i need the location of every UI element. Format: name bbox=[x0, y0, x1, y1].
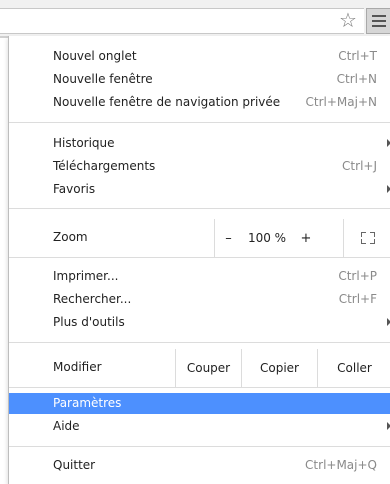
menu-item-shortcut: Ctrl+F bbox=[338, 292, 377, 306]
zoom-in-button[interactable]: + bbox=[292, 219, 320, 257]
menu-bar-line bbox=[371, 20, 386, 22]
menu-item-print[interactable]: Imprimer... Ctrl+P bbox=[9, 266, 390, 287]
menu-item-settings[interactable]: Paramètres bbox=[9, 393, 390, 414]
menu-item-new-window[interactable]: Nouvelle fenêtre Ctrl+N bbox=[9, 69, 390, 90]
menu-item-help[interactable]: Aide bbox=[9, 416, 390, 437]
menu-item-label: Rechercher... bbox=[53, 292, 132, 306]
menu-item-label: Téléchargements bbox=[53, 159, 156, 173]
menu-item-shortcut: Ctrl+Maj+N bbox=[305, 95, 377, 109]
menu-item-label: Plus d'outils bbox=[53, 315, 125, 329]
menu-row-zoom: Zoom – 100 % + bbox=[9, 219, 390, 257]
fullscreen-icon bbox=[360, 232, 375, 244]
cut-button[interactable]: Couper bbox=[175, 349, 241, 387]
page-content-edge bbox=[0, 36, 8, 484]
menu-row-edit: Modifier Couper Copier Coller bbox=[9, 349, 390, 387]
chrome-main-menu: Nouvel onglet Ctrl+T Nouvelle fenêtre Ct… bbox=[8, 36, 390, 484]
hamburger-menu-icon[interactable] bbox=[366, 8, 390, 34]
zoom-level: 100 % bbox=[247, 231, 287, 245]
menu-item-find[interactable]: Rechercher... Ctrl+F bbox=[9, 289, 390, 310]
menu-item-shortcut: Ctrl+N bbox=[336, 72, 377, 86]
menu-item-label: Aide bbox=[53, 419, 80, 433]
page-divider bbox=[0, 36, 8, 38]
menu-item-label: Nouvelle fenêtre bbox=[53, 72, 153, 86]
menu-item-bookmarks[interactable]: Favoris bbox=[9, 179, 390, 200]
menu-separator bbox=[9, 342, 390, 343]
menu-item-label: Imprimer... bbox=[53, 269, 119, 283]
menu-item-label: Nouvelle fenêtre de navigation privée bbox=[53, 95, 281, 109]
star-icon[interactable]: ☆ bbox=[337, 9, 359, 31]
menu-item-more-tools[interactable]: Plus d'outils bbox=[9, 312, 390, 333]
edit-label: Modifier bbox=[53, 360, 102, 374]
menu-item-shortcut: Ctrl+J bbox=[342, 159, 377, 173]
zoom-label: Zoom bbox=[53, 230, 88, 244]
menu-item-label: Favoris bbox=[53, 182, 96, 196]
fullscreen-button[interactable] bbox=[343, 219, 390, 257]
menu-item-shortcut: Ctrl+Maj+Q bbox=[305, 458, 377, 472]
menu-item-shortcut: Ctrl+P bbox=[338, 269, 377, 283]
menu-separator bbox=[9, 257, 390, 258]
menu-item-label: Quitter bbox=[53, 458, 96, 472]
copy-button[interactable]: Copier bbox=[241, 349, 317, 387]
menu-bar-line bbox=[371, 15, 386, 17]
menu-separator bbox=[9, 122, 390, 123]
menu-separator bbox=[9, 208, 390, 209]
menu-item-history[interactable]: Historique bbox=[9, 133, 390, 154]
menu-item-label: Paramètres bbox=[53, 396, 122, 410]
menu-separator bbox=[9, 387, 390, 388]
menu-item-new-tab[interactable]: Nouvel onglet Ctrl+T bbox=[9, 46, 390, 67]
menu-bar-line bbox=[371, 25, 386, 27]
menu-item-downloads[interactable]: Téléchargements Ctrl+J bbox=[9, 156, 390, 177]
menu-separator bbox=[9, 446, 390, 447]
menu-item-label: Historique bbox=[53, 136, 115, 150]
menu-item-shortcut: Ctrl+T bbox=[338, 49, 377, 63]
zoom-out-button[interactable]: – bbox=[214, 219, 242, 257]
menu-item-quit[interactable]: Quitter Ctrl+Maj+Q bbox=[9, 455, 390, 476]
menu-item-label: Nouvel onglet bbox=[53, 49, 137, 63]
paste-button[interactable]: Coller bbox=[317, 349, 390, 387]
address-bar[interactable] bbox=[0, 8, 364, 34]
menu-item-new-incognito-window[interactable]: Nouvelle fenêtre de navigation privée Ct… bbox=[9, 92, 390, 113]
browser-toolbar: ☆ bbox=[0, 0, 390, 36]
